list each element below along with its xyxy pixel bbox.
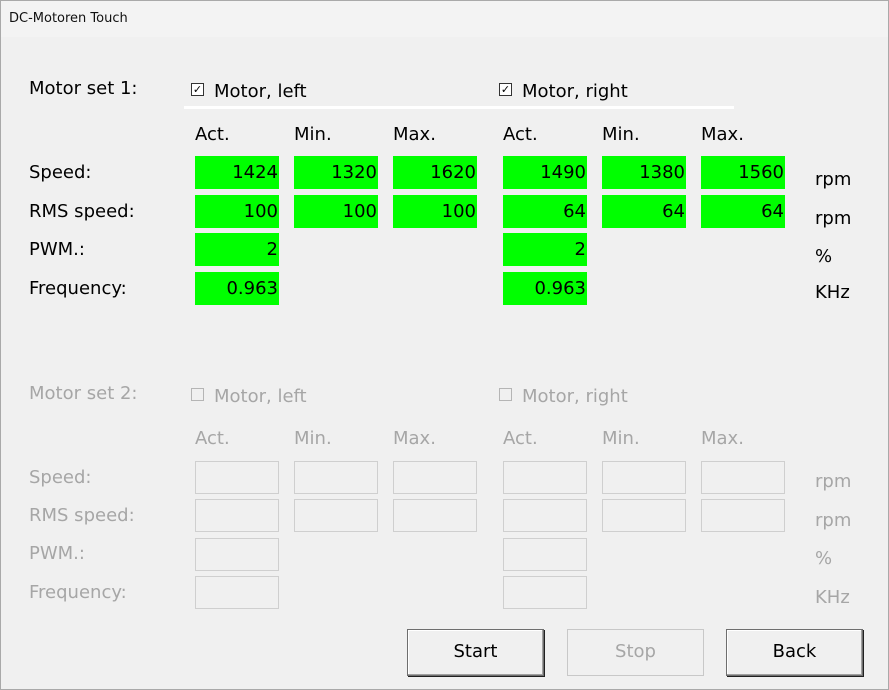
speed-act-left-set-1: 1424 [195,156,279,189]
rms-max-right-set-2 [701,499,785,532]
header-act-right-set-1: Act. [503,124,538,145]
freq-act-right-set-1: 0.963 [503,272,587,305]
header-max-right-set-2: Max. [701,428,744,449]
motor-left-checkbox-set-1[interactable]: ✓ [191,83,204,96]
unit-freq-set-1: KHz [815,282,850,303]
unit-speed-set-2: rpm [815,471,852,492]
start-button[interactable]: Start [407,629,544,676]
header-act-left-set-1: Act. [195,124,230,145]
motor-right-checkbox-set-2[interactable] [499,388,512,401]
rms-act-right-set-2 [503,499,587,532]
speed-max-right-set-1: 1560 [701,156,785,189]
freq-act-left-set-2 [195,576,279,609]
rms-act-left-set-2 [195,499,279,532]
speed-min-left-set-2 [294,461,378,494]
rms-min-right-set-2 [602,499,686,532]
frequency-label-set-2: Frequency: [29,582,127,603]
pwm-act-left-set-2 [195,538,279,571]
motor-left-checkbox-set-2[interactable] [191,388,204,401]
unit-rms-set-1: rpm [815,208,852,229]
back-button[interactable]: Back [726,629,863,676]
motor-left-label-set-2: Motor, left [214,386,307,407]
window-border [0,0,889,690]
rms-act-right-set-1: 64 [503,195,587,228]
rms-act-left-set-1: 100 [195,195,279,228]
unit-speed-set-1: rpm [815,169,852,190]
speed-min-right-set-1: 1380 [602,156,686,189]
pwm-label-set-2: PWM.: [29,543,85,564]
set-1-separator [184,106,734,109]
header-min-right-set-1: Min. [602,124,640,145]
rms-max-right-set-1: 64 [701,195,785,228]
unit-freq-set-2: KHz [815,587,850,608]
pwm-label-set-1: PWM.: [29,239,85,260]
pwm-act-right-set-2 [503,538,587,571]
unit-rms-set-2: rpm [815,510,852,531]
rms-max-left-set-2 [393,499,477,532]
motor-right-checkbox-set-1[interactable]: ✓ [499,83,512,96]
speed-act-right-set-1: 1490 [503,156,587,189]
stop-button[interactable]: Stop [567,629,704,676]
speed-act-right-set-2 [503,461,587,494]
motor-set-1-label: Motor set 1: [29,78,138,99]
speed-label-set-1: Speed: [29,162,92,183]
motor-right-label-set-1: Motor, right [522,81,628,102]
frequency-label-set-1: Frequency: [29,278,127,299]
rms-speed-label-set-1: RMS speed: [29,201,135,222]
pwm-act-left-set-1: 2 [195,233,279,266]
motor-set-2-label: Motor set 2: [29,383,138,404]
header-act-right-set-2: Act. [503,428,538,449]
rms-min-right-set-1: 64 [602,195,686,228]
rms-speed-label-set-2: RMS speed: [29,505,135,526]
speed-act-left-set-2 [195,461,279,494]
unit-pwm-set-1: % [815,246,833,267]
freq-act-left-set-1: 0.963 [195,272,279,305]
pwm-act-right-set-1: 2 [503,233,587,266]
header-min-left-set-1: Min. [294,124,332,145]
header-max-left-set-1: Max. [393,124,436,145]
motor-left-label-set-1: Motor, left [214,81,307,102]
rms-max-left-set-1: 100 [393,195,477,228]
speed-label-set-2: Speed: [29,467,92,488]
speed-max-left-set-1: 1620 [393,156,477,189]
header-max-left-set-2: Max. [393,428,436,449]
header-min-right-set-2: Min. [602,428,640,449]
motor-right-label-set-2: Motor, right [522,386,628,407]
rms-min-left-set-1: 100 [294,195,378,228]
speed-min-right-set-2 [602,461,686,494]
unit-pwm-set-2: % [815,548,833,569]
freq-act-right-set-2 [503,576,587,609]
header-act-left-set-2: Act. [195,428,230,449]
header-max-right-set-1: Max. [701,124,744,145]
title-bar: DC-Motoren Touch [0,0,889,37]
window-title: DC-Motoren Touch [9,11,128,26]
speed-max-left-set-2 [393,461,477,494]
speed-max-right-set-2 [701,461,785,494]
speed-min-left-set-1: 1320 [294,156,378,189]
header-min-left-set-2: Min. [294,428,332,449]
rms-min-left-set-2 [294,499,378,532]
